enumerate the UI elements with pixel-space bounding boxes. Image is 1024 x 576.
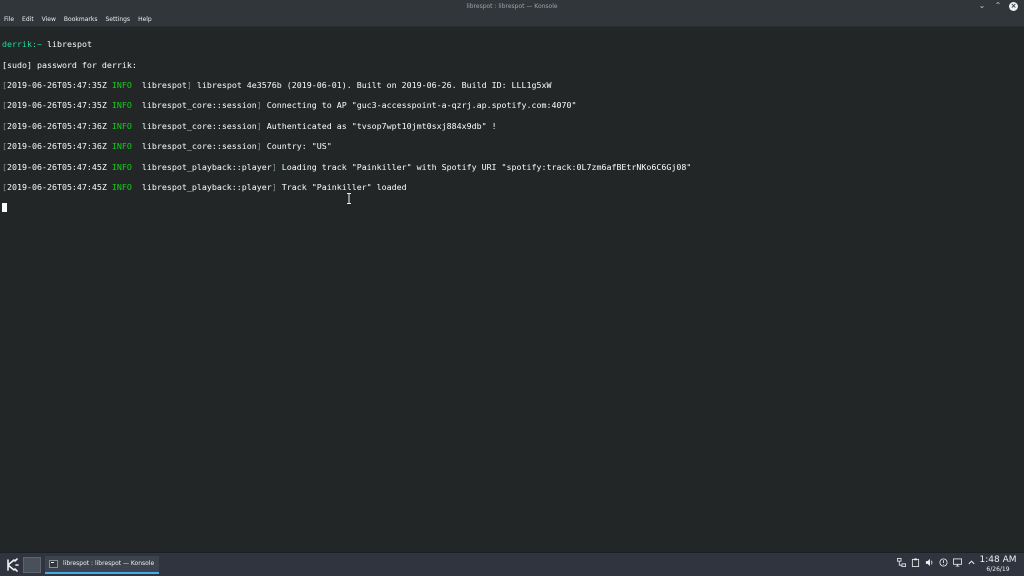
kde-logo-icon [7, 557, 19, 572]
menu-settings[interactable]: Settings [105, 16, 130, 23]
window-controls: ⌄ ⌃ × [977, 1, 1018, 11]
log-module: librespot [141, 79, 187, 90]
virtual-desktop-pager[interactable] [23, 556, 41, 573]
prompt-line: derrik:~ librespot [2, 39, 1024, 49]
menu-bar: File Edit View Bookmarks Settings Help [0, 13, 1024, 27]
log-line: [2019-06-26T05:47:36Z INFO librespot_cor… [2, 141, 332, 152]
log-line: [2019-06-26T05:47:35Z INFO librespot] li… [2, 79, 552, 90]
window-title: librespot : librespot — Konsole [466, 3, 558, 10]
log-module: librespot_playback::player [141, 181, 272, 192]
application-launcher[interactable] [3, 556, 21, 574]
menu-view[interactable]: View [42, 16, 56, 23]
clipboard-icon[interactable] [911, 558, 920, 567]
close-icon[interactable]: × [1009, 1, 1018, 11]
log-level: INFO [111, 181, 132, 192]
log-message: Connecting to AP "guc3-accesspoint-a-qzr… [266, 100, 577, 111]
log-message: Loading track "Painkiller" with Spotify … [281, 161, 692, 172]
terminal-output[interactable]: derrik:~ librespot [sudo] password for d… [0, 27, 1024, 552]
task-label: librespot : librespot — Konsole [63, 560, 155, 567]
log-timestamp: 2019-06-26T05:47:36Z [7, 141, 107, 152]
monitor-icon[interactable] [953, 558, 962, 567]
log-timestamp: 2019-06-26T05:47:36Z [7, 120, 107, 131]
log-line: [2019-06-26T05:47:45Z INFO librespot_pla… [2, 161, 692, 172]
log-message: librespot 4e3576b (2019-06-01). Built on… [196, 79, 552, 90]
taskbar: librespot : librespot — Konsole 1:48 AM … [0, 552, 1024, 576]
log-level: INFO [111, 161, 132, 172]
log-level: INFO [111, 141, 132, 152]
prompt-user: derrik [2, 39, 32, 50]
minimize-icon[interactable]: ⌄ [977, 1, 987, 11]
window-titlebar[interactable]: librespot : librespot — Konsole ⌄ ⌃ × [0, 0, 1024, 13]
log-timestamp: 2019-06-26T05:47:45Z [7, 181, 107, 192]
log-message: Track "Painkiller" loaded [281, 181, 407, 192]
log-message: Country: "US" [266, 141, 332, 152]
log-line: [2019-06-26T05:47:36Z INFO librespot_cor… [2, 120, 497, 131]
log-level: INFO [111, 79, 132, 90]
system-tray [897, 558, 976, 567]
clock-time: 1:48 AM [979, 555, 1017, 565]
log-line: [2019-06-26T05:47:45Z INFO librespot_pla… [2, 181, 407, 192]
log-timestamp: 2019-06-26T05:47:35Z [7, 79, 107, 90]
prompt-command: librespot [46, 39, 92, 50]
volume-icon[interactable] [925, 558, 934, 567]
maximize-icon[interactable]: ⌃ [993, 1, 1003, 11]
menu-help[interactable]: Help [138, 16, 152, 23]
network-icon[interactable] [897, 558, 906, 567]
log-timestamp: 2019-06-26T05:47:45Z [7, 161, 107, 172]
terminal-icon [49, 559, 58, 568]
notifications-icon[interactable] [939, 558, 948, 567]
log-module: librespot_core::session [141, 100, 257, 111]
menu-edit[interactable]: Edit [22, 16, 34, 23]
digital-clock[interactable]: 1:48 AM 6/26/19 [978, 555, 1018, 574]
terminal-cursor [2, 203, 7, 213]
menu-file[interactable]: File [4, 16, 14, 23]
expand-tray-icon[interactable] [967, 558, 976, 567]
clock-date: 6/26/19 [986, 566, 1010, 573]
log-module: librespot_playback::player [141, 161, 272, 172]
log-module: librespot_core::session [141, 120, 257, 131]
log-message: Authenticated as "tvsop7wpt10jmt0sxj884x… [266, 120, 497, 131]
sudo-line: [sudo] password for derrik: [2, 59, 137, 70]
log-timestamp: 2019-06-26T05:47:35Z [7, 100, 107, 111]
text-cursor-icon [347, 193, 351, 204]
menu-bookmarks[interactable]: Bookmarks [64, 16, 98, 23]
prompt-path: :~ [31, 39, 42, 50]
task-konsole[interactable]: librespot : librespot — Konsole [45, 555, 159, 574]
log-line: [2019-06-26T05:47:35Z INFO librespot_cor… [2, 100, 577, 111]
log-level: INFO [111, 120, 132, 131]
log-level: INFO [111, 100, 132, 111]
log-module: librespot_core::session [141, 141, 257, 152]
cursor-line [2, 202, 1024, 213]
